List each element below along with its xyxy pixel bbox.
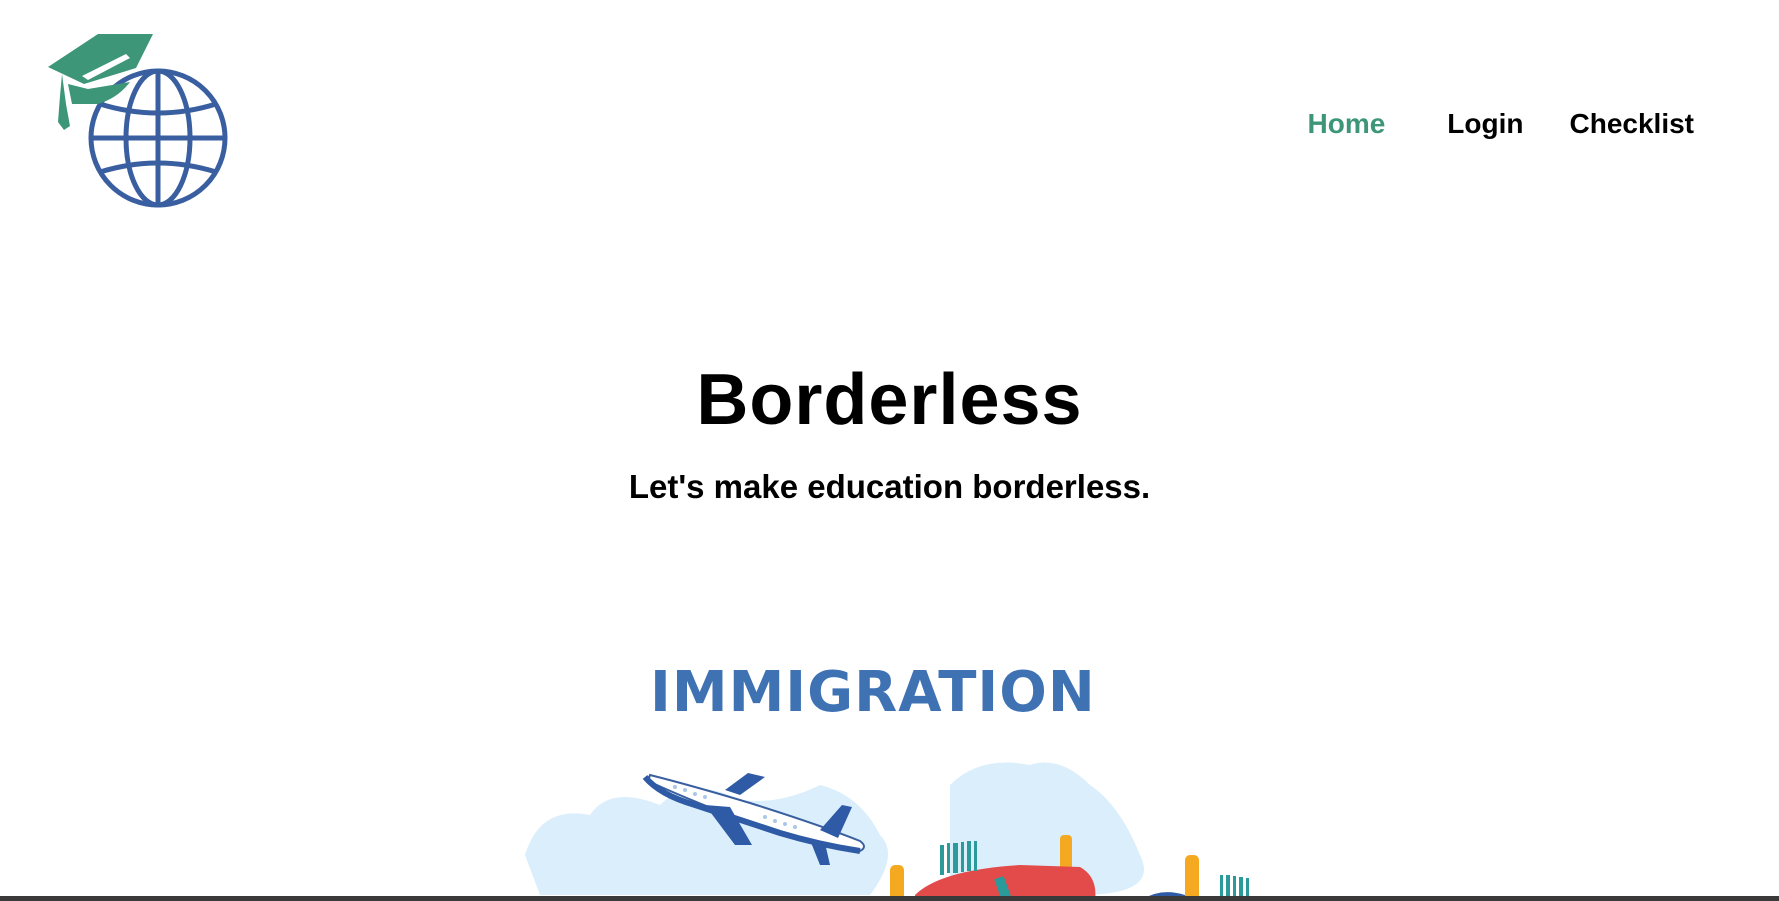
airplane-luggage-illustration [525,762,1249,901]
main-nav: Home Login Checklist [1308,108,1695,140]
nav-checklist-link[interactable]: Checklist [1570,108,1695,140]
nav-login-link[interactable]: Login [1447,108,1523,140]
hero-section: Borderless Let's make education borderle… [0,360,1779,506]
bottom-divider [0,896,1779,901]
page: Home Login Checklist Borderless Let's ma… [0,0,1779,901]
hero-title: Borderless [696,360,1083,440]
nav-home-link[interactable]: Home [1308,108,1386,140]
hero-subtitle: Let's make education borderless. [628,468,1151,505]
graduation-cap-globe-icon[interactable] [48,34,234,212]
